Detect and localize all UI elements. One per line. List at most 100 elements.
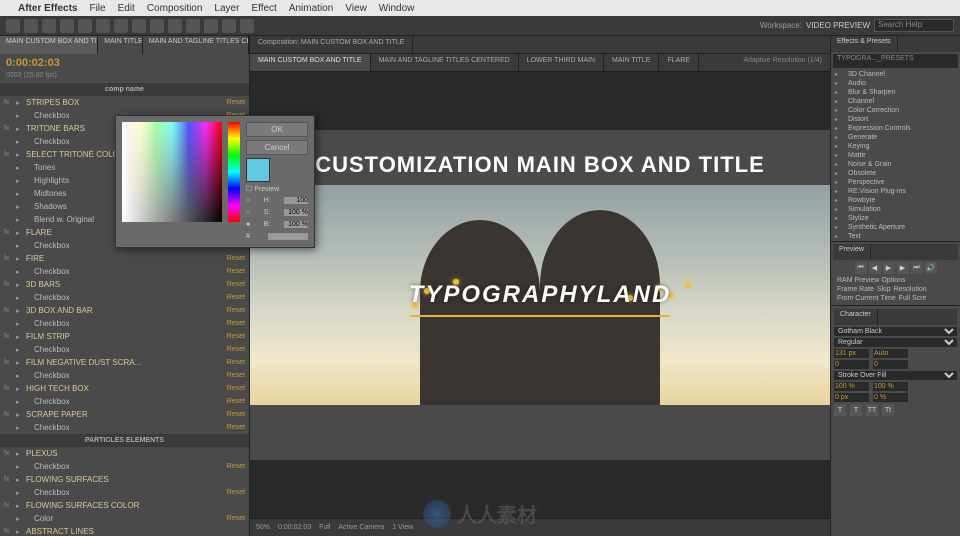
- property-value[interactable]: Reset: [205, 515, 245, 522]
- last-frame-button[interactable]: ⏭: [911, 262, 923, 274]
- twirl-icon[interactable]: ▸: [16, 203, 26, 211]
- twirl-icon[interactable]: ▸: [16, 125, 26, 133]
- twirl-icon[interactable]: ▸: [16, 515, 26, 523]
- hue-input[interactable]: [284, 197, 308, 204]
- color-gradient-field[interactable]: [122, 122, 222, 222]
- property-name[interactable]: FLOWING SURFACES: [26, 475, 205, 484]
- effect-category[interactable]: ▸Text: [831, 232, 960, 241]
- property-value[interactable]: Reset: [205, 346, 245, 353]
- property-value[interactable]: Reset: [205, 463, 245, 470]
- property-name[interactable]: Checkbox: [26, 267, 205, 276]
- effect-category[interactable]: ▸Expression Controls: [831, 124, 960, 133]
- ok-button[interactable]: OK: [246, 122, 308, 137]
- property-name[interactable]: Checkbox: [26, 371, 205, 380]
- roto-tool-icon[interactable]: [222, 19, 236, 33]
- tsume-input[interactable]: [873, 393, 908, 402]
- property-name[interactable]: Checkbox: [26, 423, 205, 432]
- effect-category[interactable]: ▸Matte: [831, 151, 960, 160]
- twirl-icon[interactable]: ▸: [16, 151, 26, 159]
- cancel-button[interactable]: Cancel: [246, 140, 308, 155]
- property-name[interactable]: FILM NEGATIVE DUST SCRA...: [26, 358, 205, 367]
- baseline-input[interactable]: [834, 393, 869, 402]
- preview-checkbox[interactable]: ☐ Preview: [246, 185, 308, 193]
- prev-frame-button[interactable]: ◀: [869, 262, 881, 274]
- twirl-icon[interactable]: ▸: [16, 359, 26, 367]
- leading-input[interactable]: [873, 349, 908, 358]
- menu-view[interactable]: View: [345, 3, 367, 14]
- twirl-icon[interactable]: ▸: [16, 346, 26, 354]
- font-style-selector[interactable]: Regular: [834, 338, 957, 347]
- twirl-icon[interactable]: ▸: [16, 164, 26, 172]
- pen-tool-icon[interactable]: [132, 19, 146, 33]
- property-name[interactable]: FIRE: [26, 254, 205, 263]
- twirl-icon[interactable]: ▸: [16, 307, 26, 315]
- property-name[interactable]: Color: [26, 514, 205, 523]
- effect-category[interactable]: ▸Stylize: [831, 214, 960, 223]
- twirl-icon[interactable]: ▸: [16, 502, 26, 510]
- italic-button[interactable]: T: [850, 404, 862, 416]
- effect-category[interactable]: ▸Obsolete: [831, 169, 960, 178]
- property-value[interactable]: Reset: [205, 255, 245, 262]
- character-tab[interactable]: Character: [834, 309, 878, 325]
- effect-category[interactable]: ▸Rowbyte: [831, 196, 960, 205]
- font-size-input[interactable]: [834, 349, 869, 358]
- viewport-timecode[interactable]: 0:00:02:03: [278, 524, 311, 531]
- pan-behind-tool-icon[interactable]: [96, 19, 110, 33]
- effects-presets-tab[interactable]: Effects & Presets: [831, 36, 898, 52]
- twirl-icon[interactable]: ▸: [16, 398, 26, 406]
- twirl-icon[interactable]: ▸: [16, 528, 26, 536]
- property-name[interactable]: Checkbox: [26, 488, 205, 497]
- twirl-icon[interactable]: ▸: [16, 216, 26, 224]
- sat-input[interactable]: [284, 209, 308, 216]
- property-value[interactable]: Reset: [205, 320, 245, 327]
- menu-animation[interactable]: Animation: [289, 3, 333, 14]
- menu-composition[interactable]: Composition: [147, 3, 203, 14]
- effect-category[interactable]: ▸Synthetic Aperture: [831, 223, 960, 232]
- mask-tool-icon[interactable]: [114, 19, 128, 33]
- property-value[interactable]: Reset: [205, 385, 245, 392]
- effect-category[interactable]: ▸Color Correction: [831, 106, 960, 115]
- comp-tab-4[interactable]: FLARE: [659, 54, 699, 71]
- twirl-icon[interactable]: ▸: [16, 255, 26, 263]
- comp-tab-1[interactable]: MAIN AND TAGLINE TITLES CENTERED: [371, 54, 519, 71]
- property-name[interactable]: 3D BOX AND BAR: [26, 306, 205, 315]
- brush-tool-icon[interactable]: [168, 19, 182, 33]
- property-name[interactable]: PLEXUS: [26, 449, 205, 458]
- twirl-icon[interactable]: ▸: [16, 112, 26, 120]
- twirl-icon[interactable]: ▸: [16, 294, 26, 302]
- twirl-icon[interactable]: ▸: [16, 99, 26, 107]
- project-tab-0[interactable]: MAIN CUSTOM BOX AND TITLE: [0, 36, 98, 54]
- twirl-icon[interactable]: ▸: [16, 424, 26, 432]
- property-value[interactable]: Reset: [205, 411, 245, 418]
- twirl-icon[interactable]: ▸: [16, 320, 26, 328]
- timecode-display[interactable]: 0:00:02:03: [0, 54, 249, 72]
- comp-tab-2[interactable]: LOWER THIRD MAIN: [519, 54, 604, 71]
- property-value[interactable]: Reset: [205, 281, 245, 288]
- caps-button[interactable]: TT: [866, 404, 878, 416]
- rotate-tool-icon[interactable]: [60, 19, 74, 33]
- property-value[interactable]: Reset: [205, 372, 245, 379]
- twirl-icon[interactable]: ▸: [16, 268, 26, 276]
- effect-category[interactable]: ▸Perspective: [831, 178, 960, 187]
- clone-tool-icon[interactable]: [186, 19, 200, 33]
- twirl-icon[interactable]: ▸: [16, 372, 26, 380]
- workspace-selector[interactable]: VIDEO PREVIEW: [806, 21, 870, 30]
- hex-input[interactable]: [268, 233, 308, 240]
- effect-category[interactable]: ▸Channel: [831, 97, 960, 106]
- zoom-selector[interactable]: 50%: [256, 524, 270, 531]
- stroke-option-selector[interactable]: Stroke Over Fill: [834, 371, 957, 380]
- property-value[interactable]: Reset: [205, 398, 245, 405]
- font-family-selector[interactable]: Gotham Black: [834, 327, 957, 336]
- effect-category[interactable]: ▸Keying: [831, 142, 960, 151]
- twirl-icon[interactable]: ▸: [16, 463, 26, 471]
- resolution-selector[interactable]: Full: [319, 524, 330, 531]
- property-value[interactable]: Reset: [205, 424, 245, 431]
- menu-layer[interactable]: Layer: [214, 3, 239, 14]
- twirl-icon[interactable]: ▸: [16, 229, 26, 237]
- comp-tab-0[interactable]: MAIN CUSTOM BOX AND TITLE: [250, 54, 371, 71]
- twirl-icon[interactable]: ▸: [16, 138, 26, 146]
- property-value[interactable]: Reset: [205, 294, 245, 301]
- effects-search-input[interactable]: TYPOGRA..._PRESETS: [833, 54, 958, 68]
- property-value[interactable]: Reset: [205, 268, 245, 275]
- property-name[interactable]: HIGH TECH BOX: [26, 384, 205, 393]
